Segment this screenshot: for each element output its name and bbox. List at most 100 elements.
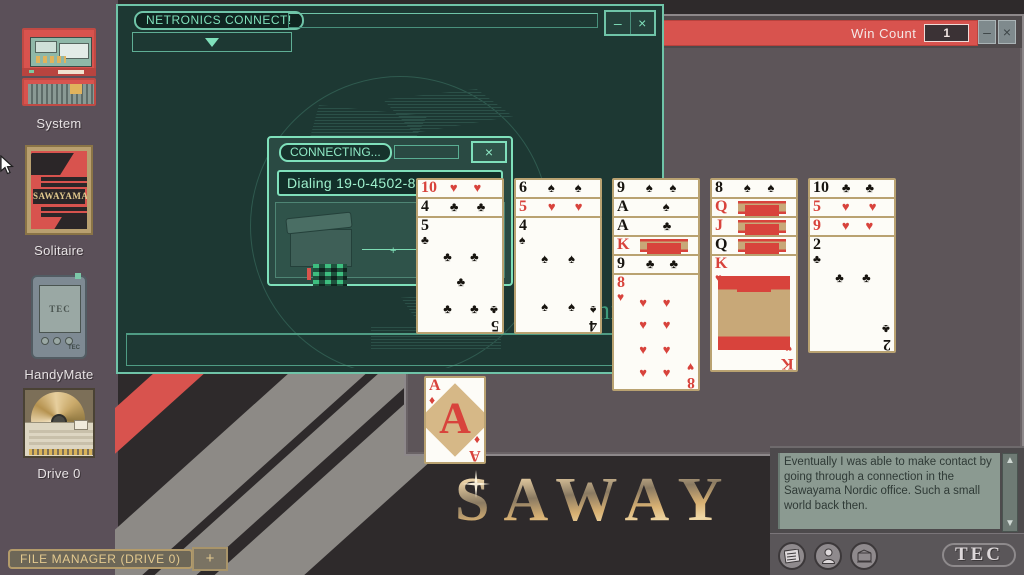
desktop-icon-drive0[interactable]: Drive 0 bbox=[0, 388, 118, 481]
connecting-dialog-close-button[interactable]: × bbox=[471, 141, 507, 163]
ace-rank-large: A bbox=[439, 393, 471, 443]
playing-card[interactable]: 5 ♥ ♥ bbox=[808, 197, 896, 218]
playing-card[interactable]: A ♠ bbox=[612, 197, 700, 218]
card-pip: ♣ bbox=[865, 180, 874, 196]
card-pip: ♥ bbox=[868, 199, 877, 215]
notepad-scrollbar[interactable]: ▲ ▼ bbox=[1002, 453, 1018, 532]
card-suit-bottom: ♠ bbox=[589, 303, 596, 317]
card-pip: ♥ bbox=[841, 218, 850, 234]
crown-motif bbox=[737, 280, 771, 292]
card-rank: 9 bbox=[813, 217, 821, 234]
playing-card[interactable]: 8 ♥ 8 ♥ ♥ ♥ ♥ ♥ ♥ ♥ ♥ ♥ bbox=[612, 273, 700, 391]
playing-card[interactable]: 9 ♣ ♣ bbox=[612, 254, 700, 275]
card-rank: 10 bbox=[421, 179, 437, 196]
playing-card[interactable]: 10 ♥ ♥ bbox=[416, 178, 504, 199]
taskbar-file-manager-button[interactable]: FILE MANAGER (DRIVE 0) bbox=[8, 549, 193, 569]
solitaire-minimize-button[interactable]: – bbox=[978, 20, 996, 44]
card-suit: ♥ bbox=[617, 290, 625, 304]
card-pip: ♥ bbox=[662, 317, 671, 333]
desktop-icon-label: Solitaire bbox=[34, 243, 84, 258]
playing-card[interactable]: 8 ♠ ♠ bbox=[710, 178, 798, 199]
card-pip: ♠ bbox=[568, 251, 575, 267]
card-rank: A bbox=[617, 198, 629, 215]
playing-card[interactable]: A ♣ bbox=[612, 216, 700, 237]
win-count-value: 1 bbox=[924, 24, 969, 42]
netronics-minimize-button[interactable]: – bbox=[606, 12, 631, 34]
card-pip: ♠ bbox=[541, 251, 549, 267]
court-card-art bbox=[738, 239, 786, 254]
playing-card[interactable]: 9 ♥ ♥ bbox=[808, 216, 896, 237]
pda-brand: TEC bbox=[49, 304, 71, 314]
connection-node: + bbox=[390, 245, 397, 257]
card-pip: ♠ bbox=[547, 180, 555, 196]
netronics-toolbar[interactable] bbox=[132, 32, 292, 52]
computer-icon bbox=[22, 28, 96, 108]
playing-card[interactable]: 9 ♠ ♠ bbox=[612, 178, 700, 199]
card-rank: 5 bbox=[519, 198, 527, 215]
card-pip: ♣ bbox=[470, 248, 479, 264]
taskbar-add-button[interactable]: + bbox=[192, 547, 228, 571]
desktop-icon-solitaire[interactable]: SAWAYAMA Solitaire bbox=[0, 145, 118, 258]
card-suit: ♠ bbox=[519, 233, 526, 247]
playing-card[interactable]: J bbox=[710, 216, 798, 237]
card-pip: ♠ bbox=[645, 180, 653, 196]
card-rank-bottom: K bbox=[780, 355, 793, 372]
card-pip: ♥ bbox=[574, 199, 583, 215]
foundation-card-ace-diamonds[interactable]: A A ♦ A ♦ bbox=[424, 376, 486, 464]
netronics-window-controls: – × bbox=[604, 10, 656, 36]
card-rank-bottom: 2 bbox=[883, 336, 891, 353]
card-pip: ♣ bbox=[443, 301, 452, 317]
solitaire-close-button[interactable]: × bbox=[998, 20, 1016, 44]
card-rank: 9 bbox=[617, 179, 625, 196]
desktop-icon-handymate[interactable]: TEC TEC HandyMate bbox=[0, 273, 118, 382]
dialog-titlebar-decoration bbox=[394, 145, 459, 159]
card-pip: ♥ bbox=[639, 317, 647, 333]
card-rank: 8 bbox=[715, 179, 723, 196]
playing-card[interactable]: 10 ♣ ♣ bbox=[808, 178, 896, 199]
desktop-icon-system[interactable]: System bbox=[0, 28, 118, 131]
card-rank: 4 bbox=[421, 198, 429, 215]
playing-card[interactable]: 2 ♣ 2 ♣ ♣ ♣ bbox=[808, 235, 896, 353]
connecting-dialog-title: CONNECTING... bbox=[279, 143, 392, 162]
playing-card[interactable]: 5 ♣ 5 ♣ ♣ ♣ ♣ ♣ ♣ bbox=[416, 216, 504, 334]
telephone-icon bbox=[290, 229, 352, 286]
card-suit: ♦ bbox=[429, 393, 436, 407]
netronics-dropdown[interactable] bbox=[133, 33, 291, 51]
netronics-close-button[interactable]: × bbox=[631, 12, 655, 34]
card-pip: ♠ bbox=[568, 299, 575, 315]
card-pip: ♥ bbox=[662, 342, 671, 358]
card-pip: ♠ bbox=[767, 180, 775, 196]
card-rank: Q bbox=[715, 198, 728, 215]
netronics-title: NETRONICS CONNECT! bbox=[134, 11, 304, 30]
card-suit-bottom: ♥ bbox=[686, 360, 694, 374]
playing-card[interactable]: K♥K♥ bbox=[710, 254, 798, 372]
court-card-art bbox=[738, 220, 786, 235]
card-pip: ♣ bbox=[470, 301, 479, 317]
scroll-down-icon[interactable]: ▼ bbox=[1004, 518, 1016, 530]
card-pip: ♥ bbox=[662, 294, 671, 310]
netronics-titlebar[interactable]: NETRONICS CONNECT! – × bbox=[120, 8, 660, 36]
card-pip: ♣ bbox=[443, 248, 452, 264]
playing-card[interactable]: Q bbox=[710, 197, 798, 218]
card-pip: ♣ bbox=[669, 256, 678, 272]
playing-card[interactable]: 4 ♠ 4 ♠ ♠ ♠ ♠ ♠ bbox=[514, 216, 602, 334]
playing-card[interactable]: 4 ♣ ♣ bbox=[416, 197, 504, 218]
scroll-up-icon[interactable]: ▲ bbox=[1004, 455, 1016, 467]
card-pip: ♠ bbox=[541, 299, 549, 315]
desktop-icon-label: HandyMate bbox=[24, 367, 94, 382]
hard-disk-icon bbox=[23, 388, 95, 458]
card-back-icon: SAWAYAMA bbox=[25, 145, 93, 235]
chevron-down-icon bbox=[205, 38, 219, 47]
card-pip: ♥ bbox=[841, 199, 850, 215]
card-pip: ♣ bbox=[862, 270, 871, 286]
card-rank: 6 bbox=[519, 179, 527, 196]
playing-card[interactable]: 6 ♠ ♠ bbox=[514, 178, 602, 199]
card-pip: ♠ bbox=[574, 180, 582, 196]
playing-card[interactable]: 5 ♥ ♥ bbox=[514, 197, 602, 218]
card-suit: ♣ bbox=[813, 252, 821, 266]
court-card-art bbox=[718, 276, 790, 350]
playing-card[interactable]: Q bbox=[710, 235, 798, 256]
playing-card[interactable]: K bbox=[612, 235, 700, 256]
card-rank-bottom: 5 bbox=[491, 317, 499, 334]
card-rank: A bbox=[617, 217, 629, 234]
